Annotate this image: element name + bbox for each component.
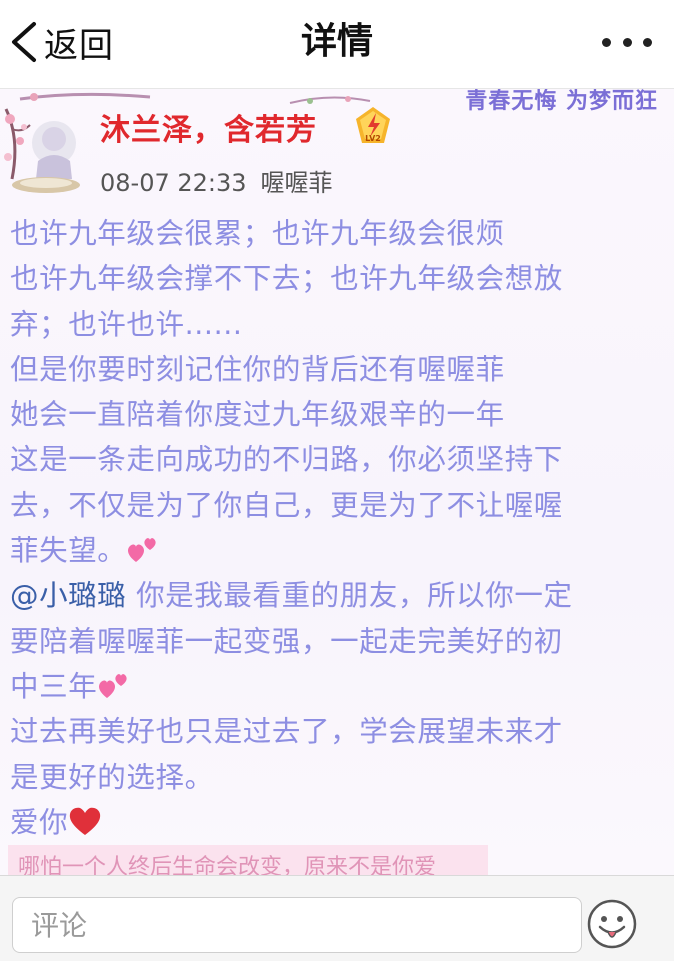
back-button[interactable]: 返回 xyxy=(4,16,114,68)
level-badge-icon: LV2 xyxy=(356,107,390,143)
content-line: 是更好的选择。 xyxy=(10,760,214,794)
post-author[interactable]: 喔喔菲 xyxy=(261,169,333,197)
comment-input[interactable] xyxy=(12,897,582,953)
content-line: 弃；也许也许...... xyxy=(10,307,243,341)
content-text: 你是我最看重的朋友，所以你一定 xyxy=(126,579,573,613)
content-line: 她会一直陪着你度过九年级艰辛的一年 xyxy=(10,398,505,432)
decorative-slogan: 青春无悔 为梦而狂 xyxy=(465,89,658,114)
content-text: 菲失望。 xyxy=(10,534,127,568)
content-line: 中三年 xyxy=(10,664,662,709)
faded-image-strip: 哪怕一个人终后生命会改变，原来不是你爱 xyxy=(8,845,488,875)
post-card: 青春无悔 为梦而狂 沐兰泽，含若芳 LV2 08-07 22:33 喔喔菲 也许九… xyxy=(0,89,674,875)
more-dots-icon[interactable] xyxy=(602,30,652,54)
comment-bar xyxy=(0,875,674,961)
content-line: 爱你 xyxy=(10,800,662,845)
content-text: 中三年 xyxy=(10,669,98,703)
post-timestamp: 08-07 22:33 xyxy=(100,169,247,197)
two-hearts-icon xyxy=(128,538,157,563)
username[interactable]: 沐兰泽，含若芳 xyxy=(100,105,317,149)
content-line: 过去再美好也只是过去了，学会展望未来才 xyxy=(10,715,563,749)
content-line: 要陪着喔喔菲一起变强，一起走完美好的初 xyxy=(10,624,563,658)
content-line: @小璐璐 你是我最看重的朋友，所以你一定 xyxy=(10,573,662,618)
back-label: 返回 xyxy=(44,25,114,66)
faded-strip-text: 哪怕一个人终后生命会改变，原来不是你爱 xyxy=(18,855,437,875)
top-nav-bar: 返回 详情 xyxy=(0,0,674,89)
two-hearts-icon xyxy=(99,674,127,698)
content-line: 菲失望。 xyxy=(10,528,662,573)
emoji-face-icon[interactable] xyxy=(586,898,638,950)
content-text: 爱你 xyxy=(10,805,69,839)
chevron-left-icon xyxy=(12,22,36,62)
content-line: 也许九年级会很累；也许九年级会很烦 xyxy=(10,217,505,250)
content-line: 这是一条走向成功的不归路，你必须坚持下 xyxy=(10,443,563,477)
avatar[interactable] xyxy=(2,99,88,199)
content-line: 但是你要时刻记住你的背后还有喔喔菲 xyxy=(10,352,505,386)
content-line: 去，不仅是为了你自己，更是为了不让喔喔 xyxy=(10,488,563,522)
content-line: 也许九年级会撑不下去；也许九年级会想放 xyxy=(10,262,563,296)
red-heart-icon xyxy=(70,807,101,835)
post-meta: 08-07 22:33 喔喔菲 xyxy=(100,163,333,198)
post-content: 也许九年级会很累；也许九年级会很烦 也许九年级会撑不下去；也许九年级会想放 弃；… xyxy=(10,211,662,845)
mention-link[interactable]: @小璐璐 xyxy=(10,579,126,612)
level-label: LV2 xyxy=(365,134,381,143)
